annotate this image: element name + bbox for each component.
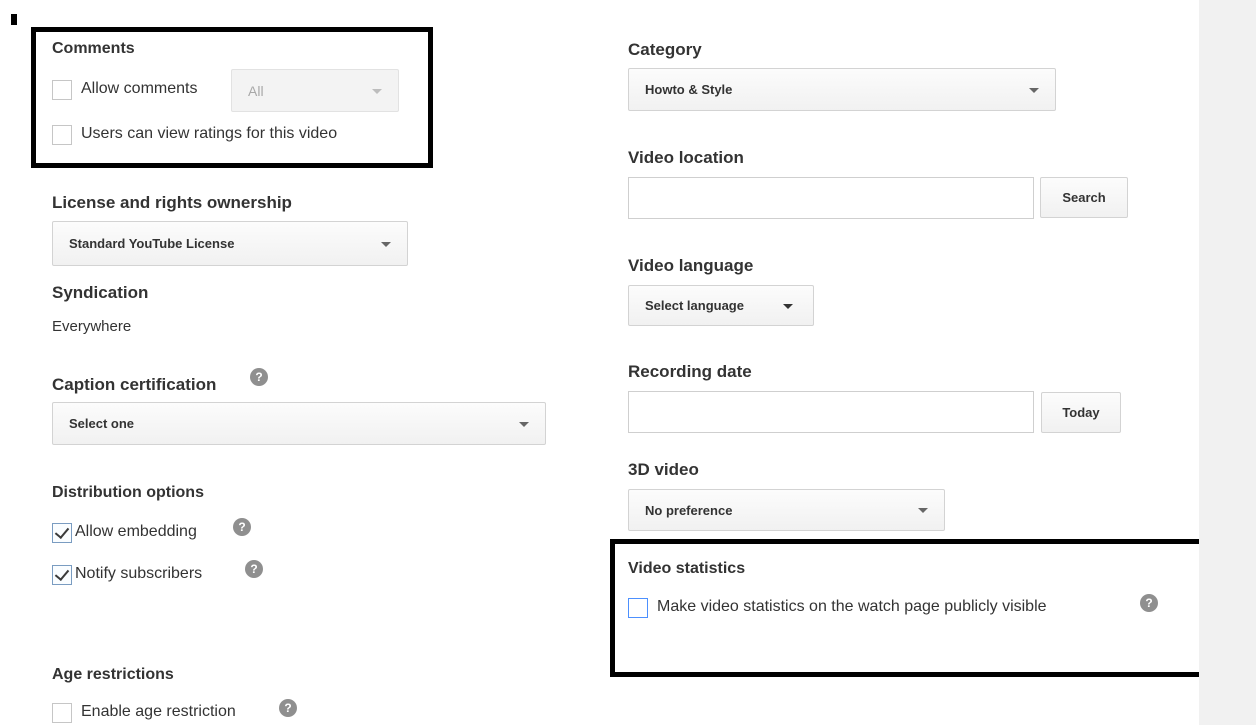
syndication-value: Everywhere	[52, 318, 132, 335]
3d-video-heading: 3D video	[628, 460, 699, 479]
statistics-highlight-box	[610, 539, 1204, 677]
chevron-down-icon	[783, 303, 793, 309]
syndication-heading: Syndication	[52, 283, 149, 302]
recording-date-heading: Recording date	[628, 362, 752, 381]
chevron-down-icon	[519, 421, 529, 427]
video-language-heading: Video language	[628, 256, 754, 275]
age-help-icon[interactable]: ?	[279, 699, 297, 717]
notify-subscribers-checkbox[interactable]	[52, 565, 72, 585]
caption-certification-select[interactable]: Select one	[52, 402, 546, 445]
recording-date-input[interactable]	[628, 391, 1034, 433]
allow-embedding-label[interactable]: Allow embedding	[75, 523, 197, 541]
chevron-down-icon	[381, 241, 391, 247]
age-restrictions-heading: Age restrictions	[52, 666, 174, 683]
category-heading: Category	[628, 40, 702, 59]
notify-subscribers-label[interactable]: Notify subscribers	[75, 565, 202, 583]
caption-help-icon[interactable]: ?	[250, 368, 268, 386]
comments-highlight-box	[31, 27, 433, 168]
video-location-heading: Video location	[628, 148, 744, 167]
age-restriction-label[interactable]: Enable age restriction	[81, 703, 236, 721]
allow-embedding-checkbox[interactable]	[52, 523, 72, 543]
location-search-button[interactable]: Search	[1040, 177, 1128, 218]
caption-certification-heading: Caption certification	[52, 375, 217, 394]
distribution-heading: Distribution options	[52, 484, 204, 501]
notify-help-icon[interactable]: ?	[245, 560, 263, 578]
video-language-value: Select language	[645, 298, 744, 313]
3d-video-value: No preference	[645, 502, 733, 518]
corner-marker	[11, 14, 17, 25]
chevron-down-icon	[918, 508, 928, 513]
3d-video-select[interactable]: No preference	[628, 489, 945, 531]
recording-today-button[interactable]: Today	[1041, 392, 1121, 433]
caption-certification-value: Select one	[69, 416, 135, 431]
video-location-input[interactable]	[628, 177, 1034, 219]
license-value: Standard YouTube License	[69, 236, 235, 251]
embedding-help-icon[interactable]: ?	[233, 518, 251, 536]
age-restriction-checkbox[interactable]	[52, 703, 72, 723]
license-select[interactable]: Standard YouTube License	[52, 221, 408, 266]
license-heading: License and rights ownership	[52, 193, 292, 212]
category-select[interactable]: Howto & Style	[628, 68, 1056, 111]
category-value: Howto & Style	[645, 82, 733, 97]
video-language-select[interactable]: Select language	[628, 285, 814, 326]
chevron-down-icon	[1029, 87, 1039, 93]
right-sidebar	[1199, 0, 1256, 725]
